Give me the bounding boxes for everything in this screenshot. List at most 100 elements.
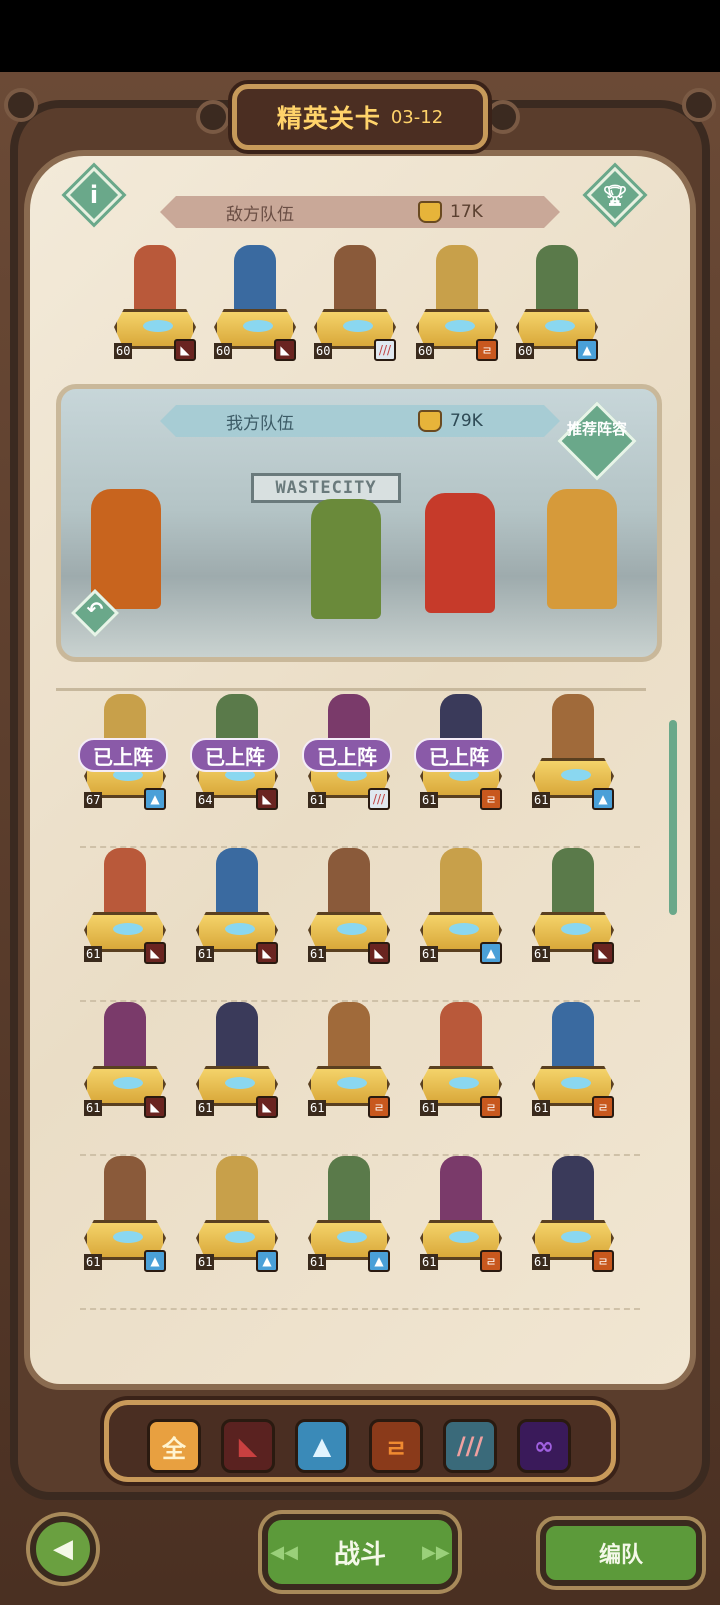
enemy-team-label: 敌方队伍 — [226, 204, 294, 225]
hero-card[interactable]: 61 ㄹ — [530, 1002, 616, 1122]
hero-level: 61 — [308, 1254, 327, 1270]
orange-faction-icon: ㄹ — [384, 1434, 408, 1463]
bolt-icon — [196, 100, 230, 134]
hero-card[interactable]: 61 ㄹ — [418, 1156, 504, 1276]
hero-card[interactable]: 61 ▲ — [194, 1156, 280, 1276]
filter-infinity-button[interactable]: ∞ — [517, 1419, 571, 1473]
hero-card[interactable]: 61 ▲ — [306, 1156, 392, 1276]
hero-level: 61 — [308, 946, 327, 962]
hero-level: 61 — [420, 792, 439, 808]
hero-card[interactable]: 61 /// 已上阵 — [302, 694, 392, 814]
hero-sprite — [552, 848, 594, 918]
hero-card[interactable]: 61 ◣ — [530, 848, 616, 968]
blue-faction-icon: ▲ — [144, 1250, 166, 1272]
hero-card[interactable]: 61 ◣ — [82, 848, 168, 968]
hero-level: 60 — [114, 343, 133, 359]
wolf-faction-icon: ▲ — [312, 1432, 332, 1460]
undo-button[interactable]: ↶ — [70, 588, 120, 638]
hero-sprite — [104, 1002, 146, 1072]
hero-sprite — [328, 1002, 370, 1072]
filter-red-button[interactable]: ◣ — [221, 1419, 275, 1473]
hero-card[interactable]: 61 ㄹ — [306, 1002, 392, 1122]
orange-faction-icon: ㄹ — [476, 339, 498, 361]
hero-card[interactable]: 61 ㄹ — [418, 1002, 504, 1122]
hero-level: 67 — [84, 792, 103, 808]
info-button[interactable]: i — [65, 166, 123, 224]
orange-faction-icon: ㄹ — [480, 1096, 502, 1118]
red-faction-icon: ◣ — [592, 942, 614, 964]
wing-faction-icon: /// — [374, 339, 396, 361]
battle-button[interactable]: ◀◀ 战斗 ▶▶ — [262, 1514, 458, 1590]
hero-card[interactable]: 61 ㄹ — [530, 1156, 616, 1276]
hero-card[interactable]: 60 ㄹ — [414, 245, 500, 365]
blue-faction-icon: ▲ — [480, 942, 502, 964]
hero-card[interactable]: 60 ▲ — [514, 245, 600, 365]
back-button[interactable]: ◀ — [30, 1516, 96, 1582]
deployed-hero[interactable] — [547, 489, 617, 609]
filter-orange-button[interactable]: ㄹ — [369, 1419, 423, 1473]
orange-faction-icon: ㄹ — [592, 1096, 614, 1118]
hero-level: 60 — [516, 343, 535, 359]
filter-wing-button[interactable]: /// — [443, 1419, 497, 1473]
bolt-icon — [486, 100, 520, 134]
stage-number: 03-12 — [390, 106, 444, 128]
row-divider — [80, 1000, 640, 1002]
status-bar — [0, 0, 720, 72]
hero-card[interactable]: 64 ◣ 已上阵 — [190, 694, 280, 814]
deployed-hero[interactable] — [311, 499, 381, 619]
hero-sprite — [104, 848, 146, 918]
hero-card[interactable]: 61 ◣ — [194, 848, 280, 968]
recommend-lineup-button[interactable]: 推荐阵容 — [557, 401, 637, 481]
roster-scrollbar[interactable] — [669, 720, 677, 915]
hero-sprite — [552, 1156, 594, 1226]
hero-sprite — [328, 848, 370, 918]
hero-sprite — [134, 245, 176, 315]
hero-sprite — [552, 1002, 594, 1072]
hero-level: 61 — [84, 1254, 103, 1270]
formation-button[interactable]: 编队 — [540, 1520, 702, 1586]
hero-card[interactable]: 61 ▲ — [418, 848, 504, 968]
trophy-button[interactable]: 🏆︎ — [586, 166, 644, 224]
blue-faction-icon: ▲ — [368, 1250, 390, 1272]
hero-card[interactable]: 60 /// — [312, 245, 398, 365]
hero-level: 61 — [196, 946, 215, 962]
recommend-lineup-label: 推荐阵容 — [566, 420, 627, 438]
hero-level: 61 — [532, 946, 551, 962]
all-icon: 全 — [162, 1434, 186, 1463]
hero-card[interactable]: 61 ▲ — [530, 694, 616, 814]
red-faction-icon: ◣ — [174, 339, 196, 361]
hero-card[interactable]: 61 ◣ — [82, 1002, 168, 1122]
orange-faction-icon: ㄹ — [592, 1250, 614, 1272]
deployed-badge: 已上阵 — [302, 738, 392, 772]
hero-sprite — [440, 848, 482, 918]
hero-level: 60 — [314, 343, 333, 359]
hero-sprite — [334, 245, 376, 315]
enemy-power-value: 17K — [450, 202, 483, 222]
enemy-team-bar: 敌方队伍 17K — [160, 196, 560, 228]
faction-filter-tray: 全 ◣ ▲ ㄹ /// ∞ — [104, 1400, 616, 1482]
wing-faction-icon: /// — [456, 1432, 484, 1460]
fist-icon — [418, 410, 442, 432]
hero-card[interactable]: 60 ◣ — [112, 245, 198, 365]
hero-card[interactable]: 61 ◣ — [306, 848, 392, 968]
orange-faction-icon: ㄹ — [480, 1250, 502, 1272]
deployed-badge: 已上阵 — [414, 738, 504, 772]
hero-sprite — [440, 1156, 482, 1226]
hero-card[interactable]: 67 ▲ 已上阵 — [78, 694, 168, 814]
hero-card[interactable]: 60 ◣ — [212, 245, 298, 365]
ally-team-label: 我方队伍 — [226, 413, 294, 434]
hero-sprite — [216, 1002, 258, 1072]
hero-level: 61 — [420, 1254, 439, 1270]
deployed-hero[interactable] — [425, 493, 495, 613]
filter-all-button[interactable]: 全 — [147, 1419, 201, 1473]
hero-card[interactable]: 61 ㄹ 已上阵 — [414, 694, 504, 814]
hero-card[interactable]: 61 ◣ — [194, 1002, 280, 1122]
row-divider — [80, 1154, 640, 1156]
hero-card[interactable]: 61 ▲ — [82, 1156, 168, 1276]
filter-wolf-button[interactable]: ▲ — [295, 1419, 349, 1473]
back-arrow-icon: ◀ — [53, 1534, 73, 1564]
hero-sprite — [234, 245, 276, 315]
row-divider — [80, 846, 640, 848]
hero-level: 61 — [532, 1100, 551, 1116]
red-faction-icon: ◣ — [144, 1096, 166, 1118]
